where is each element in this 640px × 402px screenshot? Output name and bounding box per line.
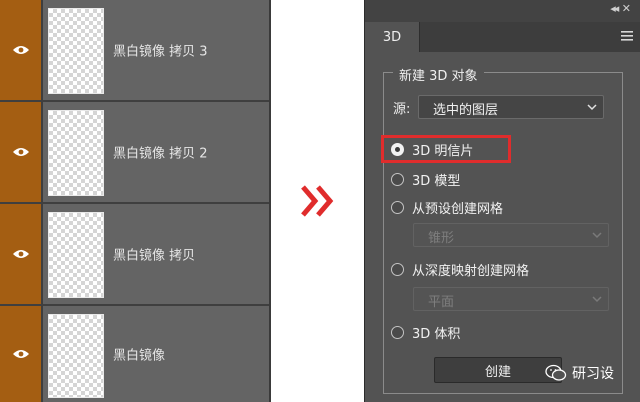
option-mesh-from-preset[interactable]: 从预设创建网格	[391, 198, 503, 217]
depth-map-select[interactable]: 平面	[413, 287, 609, 311]
visibility-toggle[interactable]	[0, 306, 43, 402]
watermark: 研习设	[545, 363, 614, 383]
depth-map-value: 平面	[428, 295, 455, 310]
double-chevron-right-icon	[301, 185, 334, 217]
panel-menu-icon[interactable]	[621, 30, 633, 42]
radio-button[interactable]	[391, 201, 404, 214]
radio-button[interactable]	[391, 263, 404, 276]
visibility-toggle[interactable]	[0, 204, 43, 304]
source-label: 源:	[393, 102, 411, 117]
layer-name: 黑白镜像	[113, 348, 166, 364]
layer-thumbnail	[48, 212, 104, 298]
option-label: 从深度映射创建网格	[412, 264, 530, 279]
radio-button[interactable]	[391, 326, 404, 339]
layer-thumbnail	[48, 314, 104, 398]
panel-title-bar: ◂◂ ✕	[365, 0, 640, 22]
option-label: 3D 体积	[412, 327, 461, 342]
group-title: 新建 3D 对象	[393, 65, 484, 84]
radio-button[interactable]	[391, 173, 404, 186]
tab-3d[interactable]: 3D	[365, 22, 420, 52]
eye-icon	[12, 350, 29, 358]
layer-thumbnail	[48, 8, 104, 94]
option-3d-model[interactable]: 3D 模型	[391, 170, 460, 189]
layer-name: 黑白镜像 拷贝	[113, 248, 196, 264]
chevron-down-icon	[587, 104, 597, 111]
preset-shape-value: 锥形	[428, 231, 455, 246]
visibility-toggle[interactable]	[0, 102, 43, 202]
layers-panel: 黑白镜像 拷贝 3 黑白镜像 拷贝 2 黑白镜像 拷贝 黑白镜像	[0, 0, 271, 402]
create-button[interactable]: 创建	[434, 357, 562, 383]
chevron-down-icon	[592, 232, 602, 239]
visibility-toggle[interactable]	[0, 0, 43, 100]
watermark-text: 研习设	[572, 366, 614, 382]
tab-strip	[420, 22, 640, 52]
wechat-icon	[545, 364, 567, 381]
eye-icon	[12, 46, 29, 54]
eye-icon	[12, 148, 29, 156]
eye-icon	[12, 250, 29, 258]
layer-row[interactable]: 黑白镜像 拷贝 3	[0, 0, 269, 102]
highlight-box	[381, 135, 511, 163]
layer-name: 黑白镜像 拷贝 3	[113, 44, 208, 60]
option-mesh-from-depth-map[interactable]: 从深度映射创建网格	[391, 260, 529, 279]
option-label: 3D 模型	[412, 174, 461, 189]
chevron-down-icon	[592, 296, 602, 303]
option-3d-volume[interactable]: 3D 体积	[391, 323, 460, 342]
layer-thumbnail	[48, 110, 104, 196]
source-select-value: 选中的图层	[433, 103, 499, 118]
source-select[interactable]: 选中的图层	[418, 95, 604, 119]
collapse-panel-button[interactable]: ◂◂ ✕	[610, 2, 631, 15]
preset-shape-select[interactable]: 锥形	[413, 223, 609, 247]
layer-row[interactable]: 黑白镜像	[0, 306, 269, 402]
layer-row[interactable]: 黑白镜像 拷贝	[0, 204, 269, 306]
layer-name: 黑白镜像 拷贝 2	[113, 146, 208, 162]
option-label: 从预设创建网格	[412, 202, 504, 217]
layer-row[interactable]: 黑白镜像 拷贝 2	[0, 102, 269, 204]
